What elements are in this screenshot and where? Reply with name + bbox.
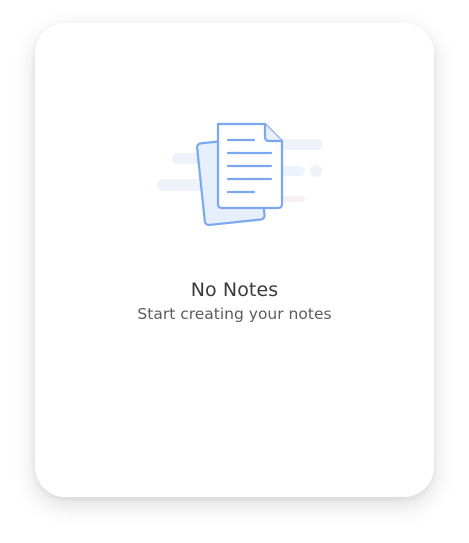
empty-state-subtitle: Start creating your notes [137,305,332,323]
notes-documents-icon [157,122,323,227]
page: No Notes Start creating your notes [0,0,469,543]
empty-state-title: No Notes [190,279,279,301]
notes-empty-card: No Notes Start creating your notes [35,23,434,497]
front-document [216,122,284,210]
